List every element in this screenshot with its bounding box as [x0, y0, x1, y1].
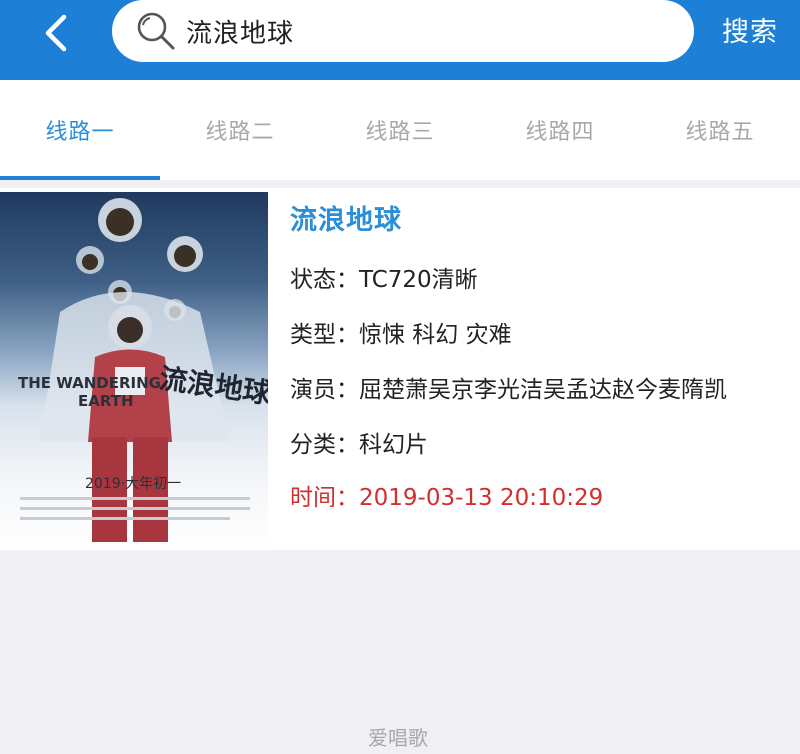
movie-card[interactable]: THE WANDERING EARTH 流浪地球 2019·大年初一 流浪地球 …: [0, 188, 800, 550]
poster-date: 2019·大年初一: [85, 475, 181, 492]
genre-value: 惊悚 科幻 灾难: [359, 322, 512, 348]
watermark: 爱唱歌: [368, 726, 428, 750]
search-button[interactable]: 搜索: [722, 10, 778, 49]
status-label: 状态：: [290, 267, 359, 293]
top-bar: 流浪地球 搜索: [0, 0, 800, 80]
tab-route-2[interactable]: 线路二: [160, 80, 320, 180]
movie-title[interactable]: 流浪地球: [290, 198, 402, 237]
genre-row: 类型：惊悚 科幻 灾难: [290, 315, 512, 349]
chevron-left-icon: [45, 14, 67, 52]
time-row: 时间：2019-03-13 20:10:29: [290, 478, 603, 512]
poster-en-title-1: THE WANDERING: [18, 374, 161, 392]
tab-route-4[interactable]: 线路四: [480, 80, 640, 180]
time-value: 2019-03-13 20:10:29: [359, 485, 604, 511]
poster-art: THE WANDERING EARTH 流浪地球 2019·大年初一: [18, 198, 268, 542]
category-row: 分类：科幻片: [290, 425, 428, 459]
status-value: TC720清晰: [359, 267, 478, 293]
route-tabs: 线路一 线路二 线路三 线路四 线路五: [0, 80, 800, 180]
back-button[interactable]: [30, 8, 80, 58]
genre-label: 类型：: [290, 322, 359, 348]
tab-route-3[interactable]: 线路三: [320, 80, 480, 180]
cast-row: 演员：屈楚萧吴京李光洁吴孟达赵今麦隋凯: [290, 370, 727, 404]
search-query[interactable]: 流浪地球: [186, 13, 294, 50]
category-value: 科幻片: [359, 432, 428, 458]
cast-label: 演员：: [290, 377, 359, 403]
cast-value: 屈楚萧吴京李光洁吴孟达赵今麦隋凯: [359, 377, 727, 403]
status-row: 状态：TC720清晰: [290, 260, 478, 294]
time-label: 时间：: [290, 485, 359, 511]
search-input[interactable]: 流浪地球: [112, 0, 694, 62]
poster-en-title-2: EARTH: [78, 392, 134, 410]
movie-poster[interactable]: THE WANDERING EARTH 流浪地球 2019·大年初一: [0, 192, 268, 548]
tab-route-5[interactable]: 线路五: [640, 80, 800, 180]
category-label: 分类：: [290, 432, 359, 458]
search-icon: [137, 12, 175, 50]
tab-route-1[interactable]: 线路一: [0, 80, 160, 180]
